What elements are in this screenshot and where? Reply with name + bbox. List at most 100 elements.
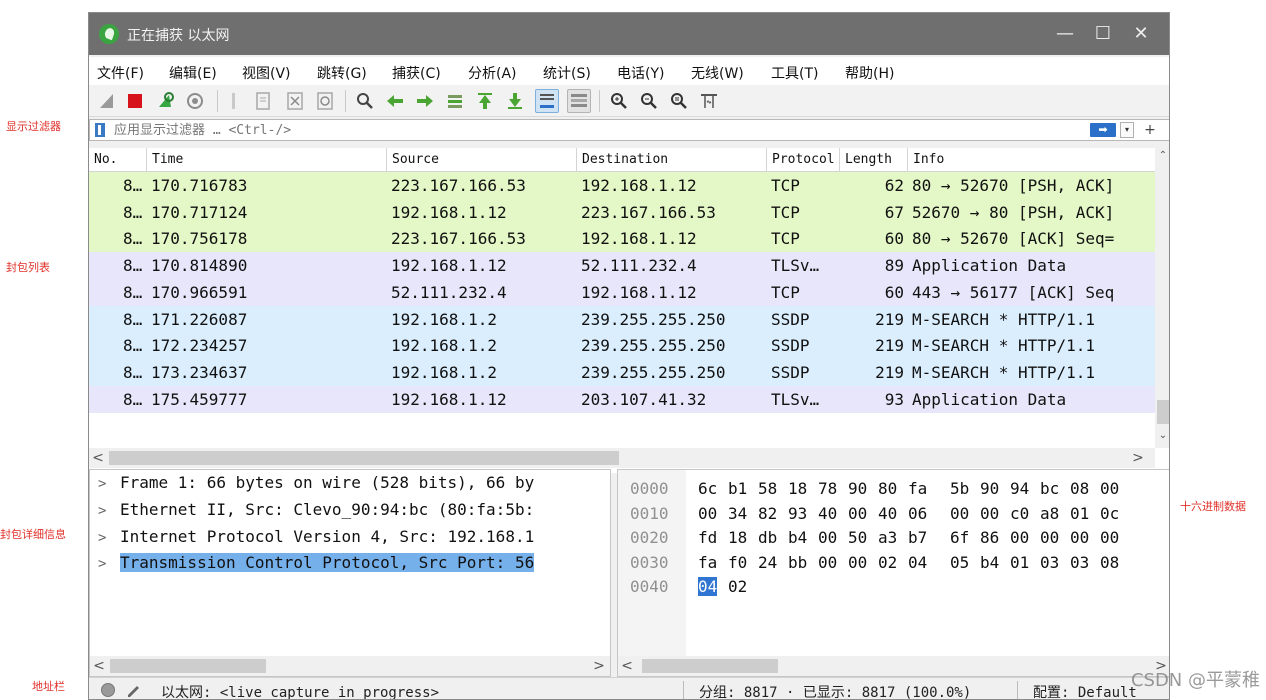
hex-byte[interactable]: 08 bbox=[1070, 479, 1089, 498]
scroll-right-arrow[interactable]: > bbox=[1129, 448, 1147, 468]
menu-help[interactable]: 帮助(H) bbox=[845, 63, 894, 83]
hex-byte[interactable]: 18 bbox=[788, 479, 807, 498]
bytes-horizontal-scrollbar[interactable]: < > bbox=[618, 656, 1169, 676]
scroll-down-arrow[interactable]: ⌄ bbox=[1155, 428, 1169, 444]
add-filter-button[interactable]: + bbox=[1142, 120, 1158, 140]
detail-row-ipv4[interactable]: > Internet Protocol Version 4, Src: 192.1… bbox=[98, 524, 610, 550]
hex-byte[interactable]: db bbox=[758, 528, 777, 547]
hex-byte[interactable]: fa bbox=[698, 553, 717, 572]
save-icon[interactable] bbox=[253, 91, 273, 111]
packet-row[interactable]: 8… 170.717124 192.168.1.12 223.167.166.53 TC… bbox=[89, 198, 1155, 226]
hex-byte[interactable]: 03 bbox=[1070, 553, 1089, 572]
scroll-left-arrow[interactable]: < bbox=[618, 656, 636, 676]
hex-byte[interactable]: a3 bbox=[878, 528, 897, 547]
resize-columns-icon[interactable] bbox=[699, 91, 719, 111]
horizontal-scroll-thumb[interactable] bbox=[109, 451, 619, 465]
details-horizontal-scrollbar[interactable]: < > bbox=[90, 656, 610, 676]
scroll-up-arrow[interactable]: ⌃ bbox=[1155, 148, 1169, 164]
hex-byte[interactable]: 78 bbox=[818, 479, 837, 498]
hex-byte[interactable]: b1 bbox=[728, 479, 747, 498]
hex-byte[interactable]: 02 bbox=[728, 577, 747, 596]
hex-byte[interactable]: b4 bbox=[980, 553, 999, 572]
close-button[interactable]: ✕ bbox=[1125, 21, 1157, 47]
detail-row-tcp[interactable]: > Transmission Control Protocol, Src Port… bbox=[98, 550, 610, 576]
hex-byte[interactable]: bc bbox=[1040, 479, 1059, 498]
hex-byte[interactable]: 94 bbox=[1010, 479, 1029, 498]
packet-row[interactable]: 8… 173.234637 192.168.1.2 239.255.255.250 SS… bbox=[89, 358, 1155, 386]
back-icon[interactable] bbox=[385, 91, 405, 111]
options-icon[interactable] bbox=[185, 91, 205, 111]
hex-byte[interactable]: 01 bbox=[1010, 553, 1029, 572]
maximize-button[interactable]: ☐ bbox=[1087, 21, 1119, 47]
menu-analyze[interactable]: 分析(A) bbox=[468, 63, 517, 83]
hex-byte[interactable]: 00 bbox=[1100, 479, 1119, 498]
hex-byte[interactable]: 04 bbox=[908, 553, 927, 572]
hex-byte[interactable]: 00 bbox=[818, 528, 837, 547]
hex-byte[interactable]: 0c bbox=[1100, 504, 1119, 523]
minimize-button[interactable]: — bbox=[1049, 21, 1081, 47]
hex-byte[interactable]: b4 bbox=[788, 528, 807, 547]
menu-go[interactable]: 跳转(G) bbox=[317, 63, 367, 83]
scroll-left-arrow[interactable]: < bbox=[90, 656, 108, 676]
zoom-in-icon[interactable] bbox=[609, 91, 629, 111]
menu-telephony[interactable]: 电话(Y) bbox=[617, 63, 664, 83]
hex-byte[interactable]: 06 bbox=[908, 504, 927, 523]
apply-filter-button[interactable]: ➡ bbox=[1090, 123, 1116, 137]
hex-byte[interactable]: 00 bbox=[950, 504, 969, 523]
expand-caret-icon[interactable]: > bbox=[98, 525, 120, 550]
hex-byte[interactable]: 40 bbox=[818, 504, 837, 523]
expand-caret-icon[interactable]: > bbox=[98, 551, 120, 576]
zoom-out-icon[interactable] bbox=[639, 91, 659, 111]
packet-row[interactable]: 8… 171.226087 192.168.1.2 239.255.255.250 SS… bbox=[89, 305, 1155, 333]
hex-byte[interactable]: 00 bbox=[1040, 528, 1059, 547]
menu-file[interactable]: 文件(F) bbox=[97, 63, 144, 83]
hex-byte[interactable]: 86 bbox=[980, 528, 999, 547]
packet-row[interactable]: 8… 172.234257 192.168.1.2 239.255.255.250 SS… bbox=[89, 332, 1155, 360]
hex-byte[interactable]: 00 bbox=[818, 553, 837, 572]
scroll-right-arrow[interactable]: > bbox=[590, 656, 608, 676]
goto-icon[interactable] bbox=[445, 91, 465, 111]
hex-byte[interactable]: 00 bbox=[848, 504, 867, 523]
hex-byte[interactable]: 08 bbox=[1100, 553, 1119, 572]
hex-byte[interactable]: 18 bbox=[728, 528, 747, 547]
hex-byte[interactable]: 02 bbox=[878, 553, 897, 572]
packet-row[interactable]: 8… 170.756178 223.167.166.53 192.168.1.12 TC… bbox=[89, 225, 1155, 253]
hex-byte[interactable]: 00 bbox=[1100, 528, 1119, 547]
hex-byte[interactable]: fd bbox=[698, 528, 717, 547]
hex-byte[interactable]: 03 bbox=[1040, 553, 1059, 572]
hex-byte[interactable]: 00 bbox=[698, 504, 717, 523]
column-header-destination[interactable]: Destination bbox=[577, 148, 767, 172]
hex-byte[interactable]: 6c bbox=[698, 479, 717, 498]
last-icon[interactable] bbox=[505, 91, 525, 111]
packet-row[interactable]: 8… 175.459777 192.168.1.12 203.107.41.32 TLS… bbox=[89, 385, 1155, 413]
hex-byte[interactable]: 93 bbox=[788, 504, 807, 523]
reload-icon[interactable] bbox=[315, 91, 335, 111]
hex-byte[interactable]: 82 bbox=[758, 504, 777, 523]
horizontal-scroll-thumb[interactable] bbox=[110, 659, 266, 673]
packet-list-vertical-scrollbar[interactable]: ⌃ ⌄ bbox=[1155, 148, 1169, 448]
hex-byte[interactable]: 6f bbox=[950, 528, 969, 547]
restart-icon[interactable] bbox=[155, 91, 175, 111]
scroll-left-arrow[interactable]: < bbox=[89, 448, 107, 468]
shark-fin-icon[interactable] bbox=[97, 91, 117, 111]
hex-byte[interactable]: 00 bbox=[1010, 528, 1029, 547]
hex-byte[interactable]: c0 bbox=[1010, 504, 1029, 523]
column-header-no[interactable]: No. bbox=[89, 148, 147, 172]
hex-byte[interactable]: a8 bbox=[1040, 504, 1059, 523]
hex-byte[interactable]: f0 bbox=[728, 553, 747, 572]
packet-row[interactable]: 8… 170.814890 192.168.1.12 52.111.232.4 TLSv… bbox=[89, 252, 1155, 280]
vertical-scroll-thumb[interactable] bbox=[1157, 400, 1169, 424]
find-icon[interactable] bbox=[355, 91, 375, 111]
column-header-time[interactable]: Time bbox=[147, 148, 387, 172]
autoscroll-icon[interactable] bbox=[535, 89, 559, 113]
menu-view[interactable]: 视图(V) bbox=[242, 63, 291, 83]
hex-byte[interactable]: 5b bbox=[950, 479, 969, 498]
hex-byte[interactable]: 04 bbox=[698, 577, 718, 596]
menu-capture[interactable]: 捕获(C) bbox=[392, 63, 441, 83]
menu-wireless[interactable]: 无线(W) bbox=[691, 63, 744, 83]
hex-byte[interactable]: bb bbox=[788, 553, 807, 572]
hex-byte[interactable]: 00 bbox=[1070, 528, 1089, 547]
hex-byte[interactable]: 50 bbox=[848, 528, 867, 547]
hex-byte[interactable]: fa bbox=[908, 479, 927, 498]
hex-byte[interactable]: 00 bbox=[980, 504, 999, 523]
